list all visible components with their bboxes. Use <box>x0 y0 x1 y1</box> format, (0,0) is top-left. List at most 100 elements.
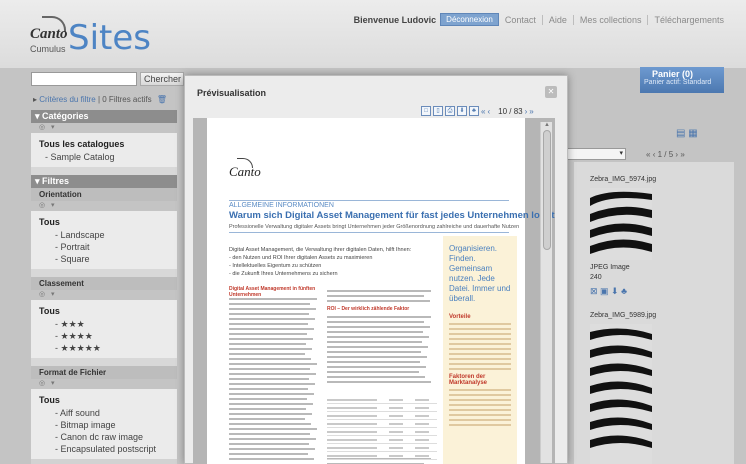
page-indicator: 1 / 5 <box>657 150 674 159</box>
nav-help[interactable]: Aide <box>541 14 573 25</box>
next-page-icon[interactable]: › <box>525 107 528 116</box>
trash-icon[interactable]: 🗑 <box>157 95 167 104</box>
last-page-icon[interactable]: » <box>529 107 533 116</box>
scrollbar-thumb[interactable] <box>543 130 551 250</box>
filter-item[interactable]: - ★★★★★ <box>39 342 169 354</box>
doc-text-line <box>229 423 311 425</box>
modal-title: Prévisualisation <box>197 88 267 98</box>
close-icon[interactable]: ✕ <box>545 86 557 98</box>
orientation-header[interactable]: Orientation <box>31 188 177 201</box>
view-toggle-icons[interactable]: ▤ ▦ <box>676 128 698 139</box>
document-viewer[interactable]: Canto ALLGEMEINE INFORMATIONEN Warum sic… <box>193 118 555 464</box>
nav-collections[interactable]: Mes collections <box>572 14 648 25</box>
doc-text-line <box>327 376 425 378</box>
share-icon[interactable]: ♣ <box>469 106 479 116</box>
zebra-thumbnail[interactable] <box>590 188 652 260</box>
logout-button[interactable]: Déconnexion <box>440 13 499 26</box>
categories-header[interactable]: ▾ Catégories <box>31 110 177 123</box>
welcome-text: Bienvenue Ludovic <box>353 14 437 25</box>
cart-panel[interactable]: Panier (0) Panier actif: Standard <box>640 67 724 93</box>
download-icon[interactable]: ⬇ <box>457 106 467 116</box>
divider <box>229 232 509 233</box>
filter-criteria: ▸ Critères du filtre | 0 Filtres actifs … <box>33 95 167 104</box>
thumb-actions[interactable]: ⊠ ▣ ⬇ ♣ <box>590 286 627 297</box>
format-tools[interactable]: ◎ ▾ <box>31 379 177 389</box>
first-page-icon[interactable]: « <box>481 107 485 116</box>
format-header[interactable]: Format de Fichier <box>31 366 177 379</box>
doc-text-line <box>229 398 307 400</box>
doc-text-line <box>229 438 316 440</box>
nav-contact[interactable]: Contact <box>499 15 542 25</box>
categories-tools[interactable]: ◎ ▾ <box>31 123 177 133</box>
zebra-thumbnail[interactable] <box>590 324 652 464</box>
filter-item[interactable]: - Square <box>39 253 169 265</box>
thumb-label[interactable]: Zebra_IMG_5974.jpg <box>590 176 656 183</box>
cart-subtitle: Panier actif: Standard <box>644 79 712 86</box>
rating-header[interactable]: Classement <box>31 277 177 290</box>
prev-page-icon[interactable]: ‹ <box>487 107 490 116</box>
prev-page-icon[interactable]: ‹ <box>653 150 656 159</box>
filters-title: Filtres <box>42 176 70 186</box>
doc-intro: Digital Asset Management, die Verwaltung… <box>229 246 419 278</box>
rating-list: Tous - ★★★ - ★★★★ - ★★★★★ <box>31 300 177 358</box>
doc-text-line <box>229 373 316 375</box>
doc-text-line <box>229 348 312 350</box>
filter-item[interactable]: - ★★★★ <box>39 330 169 342</box>
sidebar: ▾ Catégories ◎ ▾ Tous les catalogues - S… <box>31 110 177 464</box>
filters-header[interactable]: ▾ Filtres <box>31 175 177 188</box>
thumb-label[interactable]: Zebra_IMG_5989.jpg <box>590 312 656 319</box>
filter-item[interactable]: - Canon dc raw image <box>39 431 169 443</box>
first-page-icon[interactable]: « <box>646 150 650 159</box>
sort-select[interactable]: ▾ <box>566 148 626 160</box>
catalog-item[interactable]: - Sample Catalog <box>39 151 169 163</box>
doc-text-line <box>327 356 427 358</box>
doc-logo: Canto <box>229 164 261 179</box>
search-input[interactable] <box>31 72 137 86</box>
filter-item[interactable]: - Landscape <box>39 229 169 241</box>
last-page-icon[interactable]: » <box>680 150 684 159</box>
canto-sites-logo[interactable]: Canto Cumulus Sites <box>30 14 190 64</box>
document-scrollbar[interactable]: ▲ <box>540 122 552 463</box>
criteria-link[interactable]: Critères du filtre <box>39 95 95 104</box>
filter-item[interactable]: - Bitmap image <box>39 419 169 431</box>
doc-text-line <box>229 318 315 320</box>
rating-tools[interactable]: ◎ ▾ <box>31 290 177 300</box>
doc-subtitle: Professionelle Verwaltung digitaler Asse… <box>229 224 520 230</box>
format-list: Tous - Aiff sound - Bitmap image - Canon… <box>31 389 177 459</box>
nav-downloads[interactable]: Téléchargements <box>647 14 730 25</box>
next-page-icon[interactable]: › <box>675 150 678 159</box>
doc-text-line <box>327 366 426 368</box>
doc-text-line <box>327 321 424 323</box>
doc-text-line <box>229 313 309 315</box>
doc-text-line <box>327 341 422 343</box>
doc-text-line <box>327 381 431 383</box>
doc-sidebox: Organisieren. Finden. Gemeinsam nutzen. … <box>443 236 517 464</box>
filter-item[interactable]: - Portrait <box>39 241 169 253</box>
double-page-icon[interactable]: ▯ <box>433 106 443 116</box>
divider <box>229 200 509 201</box>
all-catalogs[interactable]: Tous les catalogues <box>39 139 169 149</box>
doc-title: Warum sich Digital Asset Management für … <box>229 210 555 221</box>
single-page-icon[interactable]: □ <box>421 106 431 116</box>
doc-text-line <box>229 358 311 360</box>
doc-text-line <box>229 403 313 405</box>
criteria-count: | 0 Filtres actifs <box>97 95 152 104</box>
orientation-tools[interactable]: ◎ ▾ <box>31 201 177 211</box>
orientation-all[interactable]: Tous <box>39 217 169 227</box>
doc-text-line <box>327 336 429 338</box>
print-icon[interactable]: ⎙ <box>445 106 455 116</box>
filter-item[interactable]: - Encapsulated postscript <box>39 443 169 455</box>
search-button[interactable]: Chercher <box>140 72 184 86</box>
filter-item[interactable]: - Aiff sound <box>39 407 169 419</box>
doc-kicker: ALLGEMEINE INFORMATIONEN <box>229 202 334 209</box>
rating-all[interactable]: Tous <box>39 306 169 316</box>
filter-item[interactable]: - ★★★ <box>39 318 169 330</box>
doc-text-line <box>229 383 315 385</box>
thumb-count: 240 <box>590 274 602 281</box>
sidebox-heading: Faktoren der Marktanalyse <box>449 374 488 386</box>
doc-text-line <box>229 323 308 325</box>
scroll-up-icon[interactable]: ▲ <box>543 122 551 128</box>
doc-text-line <box>327 371 419 373</box>
format-all[interactable]: Tous <box>39 395 169 405</box>
results-panel: Zebra_IMG_5974.jpg JPEG Image 240 ⊠ ▣ ⬇ … <box>574 162 734 464</box>
